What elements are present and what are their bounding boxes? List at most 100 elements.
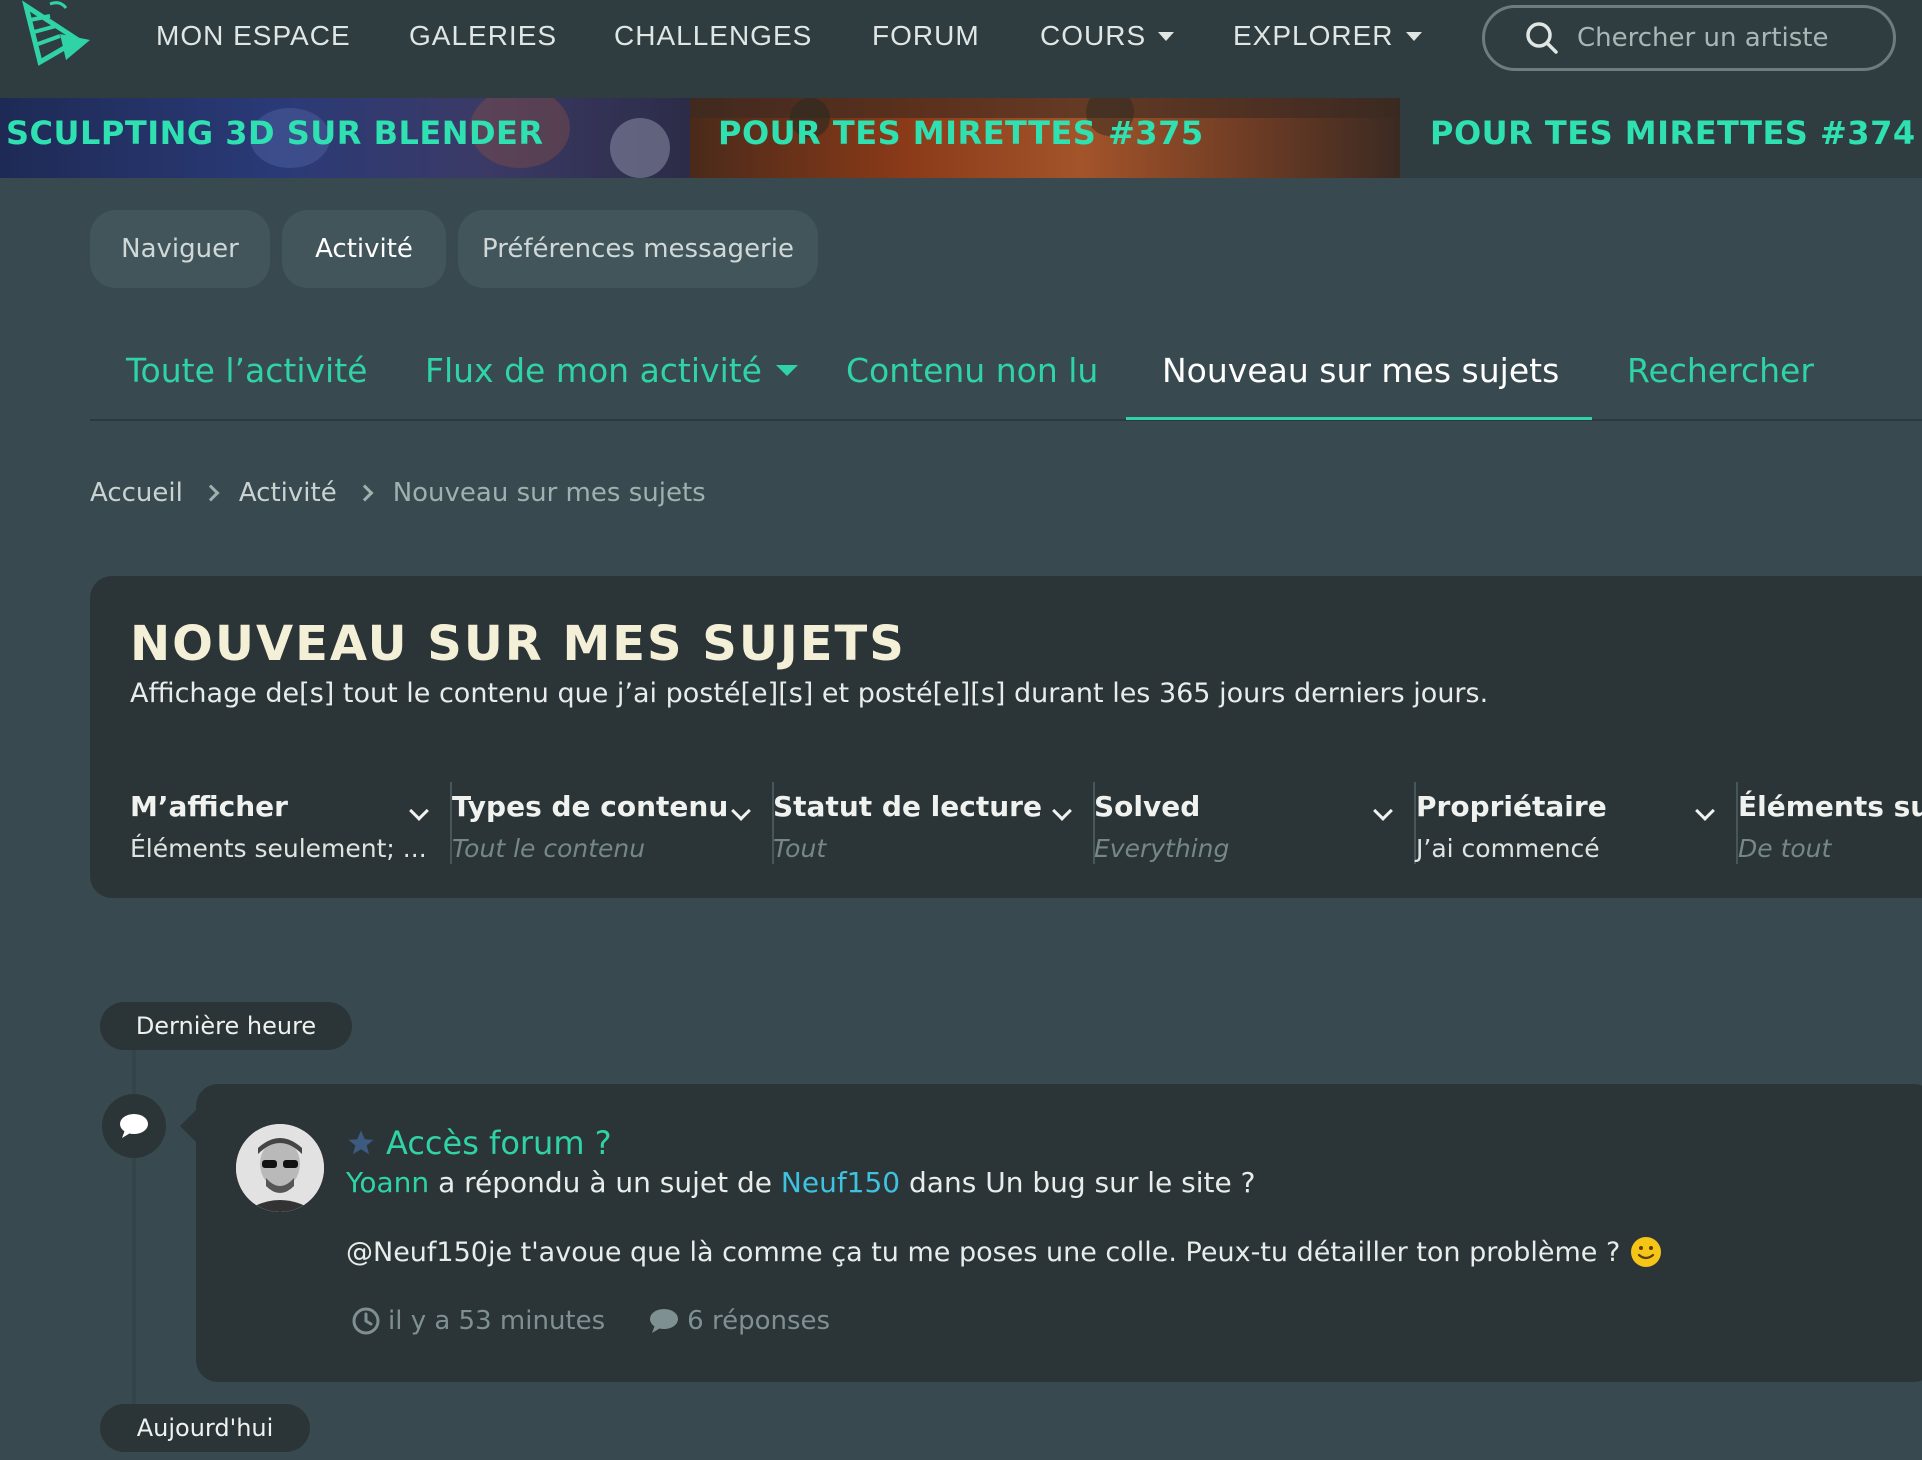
filter-title: Types de contenu: [452, 790, 729, 823]
activity-action: a répondu à un sujet de: [438, 1166, 772, 1199]
breadcrumb-activite[interactable]: Activité: [239, 478, 337, 508]
chevron-down-icon: [1052, 801, 1072, 821]
filter-mafficher[interactable]: M’afficher Éléments seulement; ...: [130, 782, 452, 864]
filter-value: J’ai commencé: [1416, 834, 1600, 863]
page-description: Affichage de[s] tout le contenu que j’ai…: [130, 678, 1489, 709]
nav-forum[interactable]: FORUM: [872, 16, 980, 56]
activity-footer: il y a 53 minutes 6 réponses: [352, 1306, 830, 1336]
tab-toute-activite[interactable]: Toute l’activité: [126, 340, 367, 400]
activity-replies-text: 6 réponses: [687, 1306, 831, 1336]
filter-value: Tout le contenu: [452, 834, 646, 863]
breadcrumb: Accueil Activité Nouveau sur mes sujets: [90, 478, 706, 508]
activity-time: il y a 53 minutes: [352, 1306, 605, 1336]
breadcrumb-current: Nouveau sur mes sujets: [392, 478, 706, 508]
nav-galeries[interactable]: GALERIES: [409, 16, 557, 56]
chevron-down-icon: [409, 801, 429, 821]
filter-proprietaire[interactable]: Propriétaire J’ai commencé: [1416, 782, 1738, 864]
activity-body-text: @Neuf150je t'avoue que là comme ça tu me…: [346, 1236, 1621, 1268]
smile-emoji-icon: [1631, 1237, 1662, 1267]
tab-nouveau-mes-sujets[interactable]: Nouveau sur mes sujets: [1162, 340, 1559, 400]
nav-cours[interactable]: COURS: [1040, 16, 1175, 56]
page-title: NOUVEAU SUR MES SUJETS: [130, 616, 906, 672]
activity-body: @Neuf150je t'avoue que là comme ça tu me…: [346, 1236, 1662, 1268]
chevron-right-icon: [356, 484, 374, 502]
nav-mon-espace[interactable]: MON ESPACE: [156, 16, 351, 56]
filter-elements-suivis[interactable]: Éléments suiv De tout: [1738, 782, 1922, 864]
pill-label: Activité: [315, 234, 413, 264]
filter-solved[interactable]: Solved Everything: [1094, 782, 1416, 864]
filter-title: Solved: [1094, 790, 1201, 823]
timeline-group-label: Dernière heure: [100, 1002, 352, 1050]
artist-search[interactable]: [1482, 5, 1896, 71]
chevron-right-icon: [202, 484, 220, 502]
chevron-down-icon: [1695, 801, 1715, 821]
tab-label: Nouveau sur mes sujets: [1162, 350, 1560, 390]
search-icon: [1526, 22, 1558, 54]
search-input[interactable]: [1577, 23, 1877, 53]
chevron-down-icon: [1373, 801, 1393, 821]
avatar[interactable]: [236, 1124, 324, 1212]
activity-time-text: il y a 53 minutes: [388, 1306, 606, 1336]
filter-title: Propriétaire: [1416, 790, 1607, 823]
tab-label: Toute l’activité: [126, 350, 368, 390]
filter-value: Everything: [1094, 834, 1230, 863]
banner-item-mirettes-374[interactable]: POUR TES MIRETTES #374: [1400, 98, 1922, 178]
nav-explorer[interactable]: EXPLORER: [1233, 16, 1422, 56]
target-user-link[interactable]: Neuf150: [781, 1166, 900, 1199]
activity-replies[interactable]: 6 réponses: [649, 1306, 830, 1336]
pill-preferences-messagerie[interactable]: Préférences messagerie: [458, 210, 818, 288]
activity-meta: Yoann a répondu à un sujet de Neuf150 da…: [346, 1166, 1256, 1199]
featured-banner: SCULPTING 3D SUR BLENDER POUR TES MIRETT…: [0, 98, 1922, 178]
filter-title: Éléments suiv: [1738, 790, 1922, 823]
pill-activite[interactable]: Activité: [282, 210, 446, 288]
banner-title: POUR TES MIRETTES #375: [718, 114, 1204, 152]
stream-header-card: NOUVEAU SUR MES SUJETS Affichage de[s] t…: [90, 576, 1922, 898]
activity-title: Accès forum ?: [386, 1124, 612, 1162]
tab-label: Contenu non lu: [846, 350, 1099, 390]
chevron-down-icon: [1158, 31, 1175, 41]
pill-label: Naviguer: [121, 234, 239, 264]
star-icon: [348, 1130, 374, 1155]
author-link[interactable]: Yoann: [346, 1166, 429, 1199]
subtabs-divider: [90, 419, 1922, 421]
breadcrumb-accueil[interactable]: Accueil: [90, 478, 183, 508]
nav-label: FORUM: [872, 20, 980, 51]
clock-icon: [352, 1307, 380, 1335]
banner-item-mirettes-375[interactable]: POUR TES MIRETTES #375: [690, 98, 1400, 178]
filter-title: Statut de lecture: [773, 790, 1042, 823]
filter-value: Tout: [773, 834, 827, 863]
activity-location: dans Un bug sur le site ?: [909, 1166, 1256, 1199]
nav-label: CHALLENGES: [614, 20, 813, 51]
comment-icon: [102, 1094, 166, 1158]
nav-label: EXPLORER: [1233, 20, 1394, 51]
nav-label: MON ESPACE: [156, 20, 351, 51]
chevron-down-icon: [1405, 31, 1422, 41]
filter-statut-lecture[interactable]: Statut de lecture Tout: [773, 782, 1095, 864]
tab-contenu-non-lu[interactable]: Contenu non lu: [846, 340, 1098, 400]
banner-item-sculpting[interactable]: SCULPTING 3D SUR BLENDER: [0, 98, 690, 178]
tab-label: Flux de mon activité: [425, 350, 762, 390]
active-tab-indicator: [1126, 417, 1592, 420]
banner-title: POUR TES MIRETTES #374: [1430, 114, 1916, 152]
nav-label: COURS: [1040, 20, 1147, 51]
chevron-down-icon: [775, 364, 798, 376]
filter-value: Éléments seulement; ...: [130, 834, 427, 863]
nav-challenges[interactable]: CHALLENGES: [614, 16, 812, 56]
filter-types-contenu[interactable]: Types de contenu Tout le contenu: [452, 782, 774, 864]
timeline-group-label: Aujourd'hui: [100, 1404, 310, 1452]
nav-label: GALERIES: [409, 20, 558, 51]
site-logo[interactable]: [20, 0, 94, 80]
activity-item: Accès forum ? Yoann a répondu à un sujet…: [180, 1084, 1922, 1382]
chevron-down-icon: [731, 801, 751, 821]
comment-icon: [650, 1309, 679, 1333]
pill-label: Préférences messagerie: [482, 234, 794, 264]
filter-title: M’afficher: [130, 790, 288, 823]
activity-title-link[interactable]: Accès forum ?: [346, 1124, 612, 1162]
tab-label: Rechercher: [1627, 350, 1814, 390]
pill-naviguer[interactable]: Naviguer: [90, 210, 270, 288]
tab-flux-activite[interactable]: Flux de mon activité: [425, 340, 798, 400]
filter-value: De tout: [1738, 834, 1832, 863]
tab-rechercher[interactable]: Rechercher: [1627, 340, 1814, 400]
top-navigation: MON ESPACE GALERIES CHALLENGES FORUM COU…: [0, 0, 1922, 98]
banner-title: SCULPTING 3D SUR BLENDER: [6, 114, 544, 152]
